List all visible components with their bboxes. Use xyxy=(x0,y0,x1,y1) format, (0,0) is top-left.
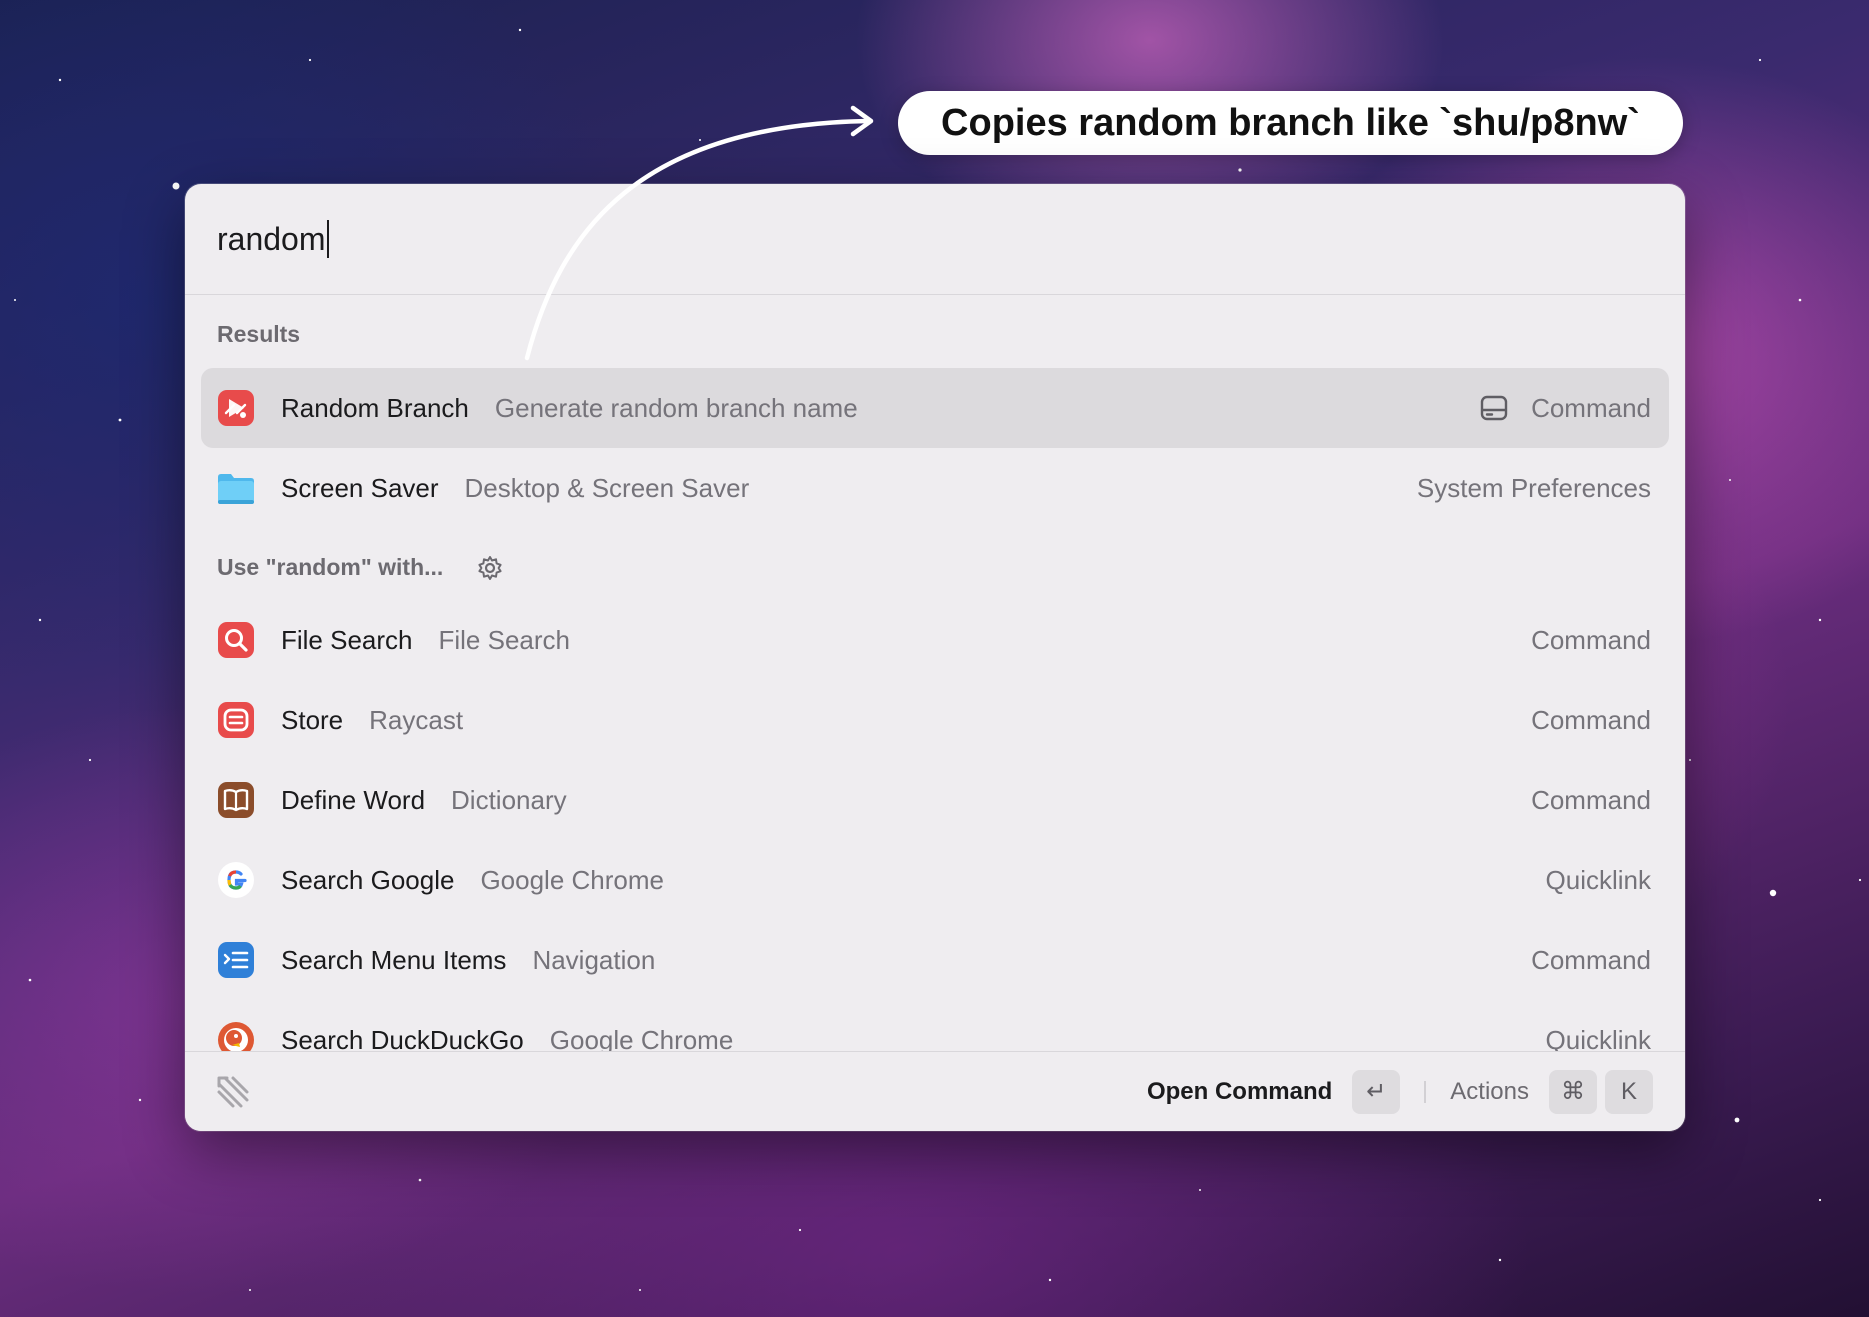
google-icon xyxy=(218,862,254,898)
section-header-results: Results xyxy=(217,321,300,348)
action-bar: Open Command ↵ Actions ⌘ K xyxy=(185,1051,1685,1131)
store-icon xyxy=(218,702,254,738)
list-item-accessory: Command xyxy=(1531,705,1651,736)
list-item-search-menu-items[interactable]: Search Menu Items Navigation Command xyxy=(201,920,1669,1000)
annotation-callout: Copies random branch like `shu/p8nw` xyxy=(898,91,1683,155)
drive-icon xyxy=(1480,395,1508,421)
list-item-accessory: System Preferences xyxy=(1417,473,1651,504)
open-command-button[interactable]: Open Command xyxy=(1147,1078,1332,1106)
random-branch-icon xyxy=(218,390,254,426)
list-item-accessory: Command xyxy=(1479,393,1651,424)
list-item-store[interactable]: Store Raycast Command xyxy=(201,680,1669,760)
list-item-subtitle: Raycast xyxy=(369,704,464,735)
accessory-label: Command xyxy=(1531,784,1651,815)
magnifier-icon xyxy=(218,622,254,658)
accessory-label: System Preferences xyxy=(1416,472,1651,503)
list-item-title: Search Menu Items xyxy=(281,944,507,975)
list-item-file-search[interactable]: File Search File Search Command xyxy=(201,600,1669,680)
list-item-subtitle: File Search xyxy=(438,624,571,655)
gear-icon[interactable] xyxy=(477,555,503,581)
list-item-define-word[interactable]: Define Word Dictionary Command xyxy=(201,760,1669,840)
list-item-random-branch[interactable]: Random Branch Generate random branch nam… xyxy=(201,368,1669,448)
list-item-accessory: Command xyxy=(1531,945,1651,976)
search-input[interactable]: random xyxy=(217,221,326,258)
accessory-label: Command xyxy=(1531,944,1651,975)
list-item-title: Random Branch xyxy=(281,392,469,423)
k-key-badge: K xyxy=(1605,1069,1653,1114)
menu-items-icon xyxy=(218,942,254,978)
raycast-logo-icon xyxy=(217,1076,249,1107)
list-item-search-google[interactable]: Search Google Google Chrome Quicklink xyxy=(201,840,1669,920)
section-header-fallback: Use "random" with... xyxy=(217,554,503,581)
list-item-subtitle: Navigation xyxy=(532,944,656,975)
list-item-accessory: Command xyxy=(1531,785,1651,816)
list-item-subtitle: Desktop & Screen Saver xyxy=(464,472,750,503)
list-item-title: Define Word xyxy=(281,784,426,815)
dictionary-icon xyxy=(218,782,254,818)
list-item-subtitle: Google Chrome xyxy=(480,864,664,895)
accessory-label: Command xyxy=(1531,624,1651,655)
accessory-label: Quicklink xyxy=(1545,864,1651,895)
list-item-subtitle: Dictionary xyxy=(451,784,567,815)
accessory-label: Command xyxy=(1531,392,1651,423)
list-item-title: Store xyxy=(281,704,344,735)
actions-button[interactable]: Actions xyxy=(1450,1078,1529,1106)
list-item-subtitle: Generate random branch name xyxy=(494,392,858,423)
text-caret xyxy=(326,220,329,258)
cmd-key-badge: ⌘ xyxy=(1549,1069,1597,1114)
annotation-text: Copies random branch like `shu/p8nw` xyxy=(941,101,1640,144)
enter-key-badge: ↵ xyxy=(1352,1069,1401,1114)
section-fallback-label: Use "random" with... xyxy=(217,554,444,580)
list-item-accessory: Command xyxy=(1531,625,1651,656)
list-item-title: Search Google xyxy=(281,864,455,895)
list-item-accessory: Quicklink xyxy=(1546,865,1651,896)
list-item-title: File Search xyxy=(281,624,413,655)
accessory-label: Command xyxy=(1531,704,1651,735)
footer-divider xyxy=(1424,1080,1427,1103)
launcher-window: random Results Random Branch Generate ra… xyxy=(185,184,1685,1131)
list-item-title: Screen Saver xyxy=(281,472,439,503)
section-results-label: Results xyxy=(217,321,301,347)
folder-icon xyxy=(218,474,254,504)
list-item-screen-saver[interactable]: Screen Saver Desktop & Screen Saver Syst… xyxy=(201,448,1669,528)
search-bar[interactable]: random xyxy=(185,184,1685,295)
